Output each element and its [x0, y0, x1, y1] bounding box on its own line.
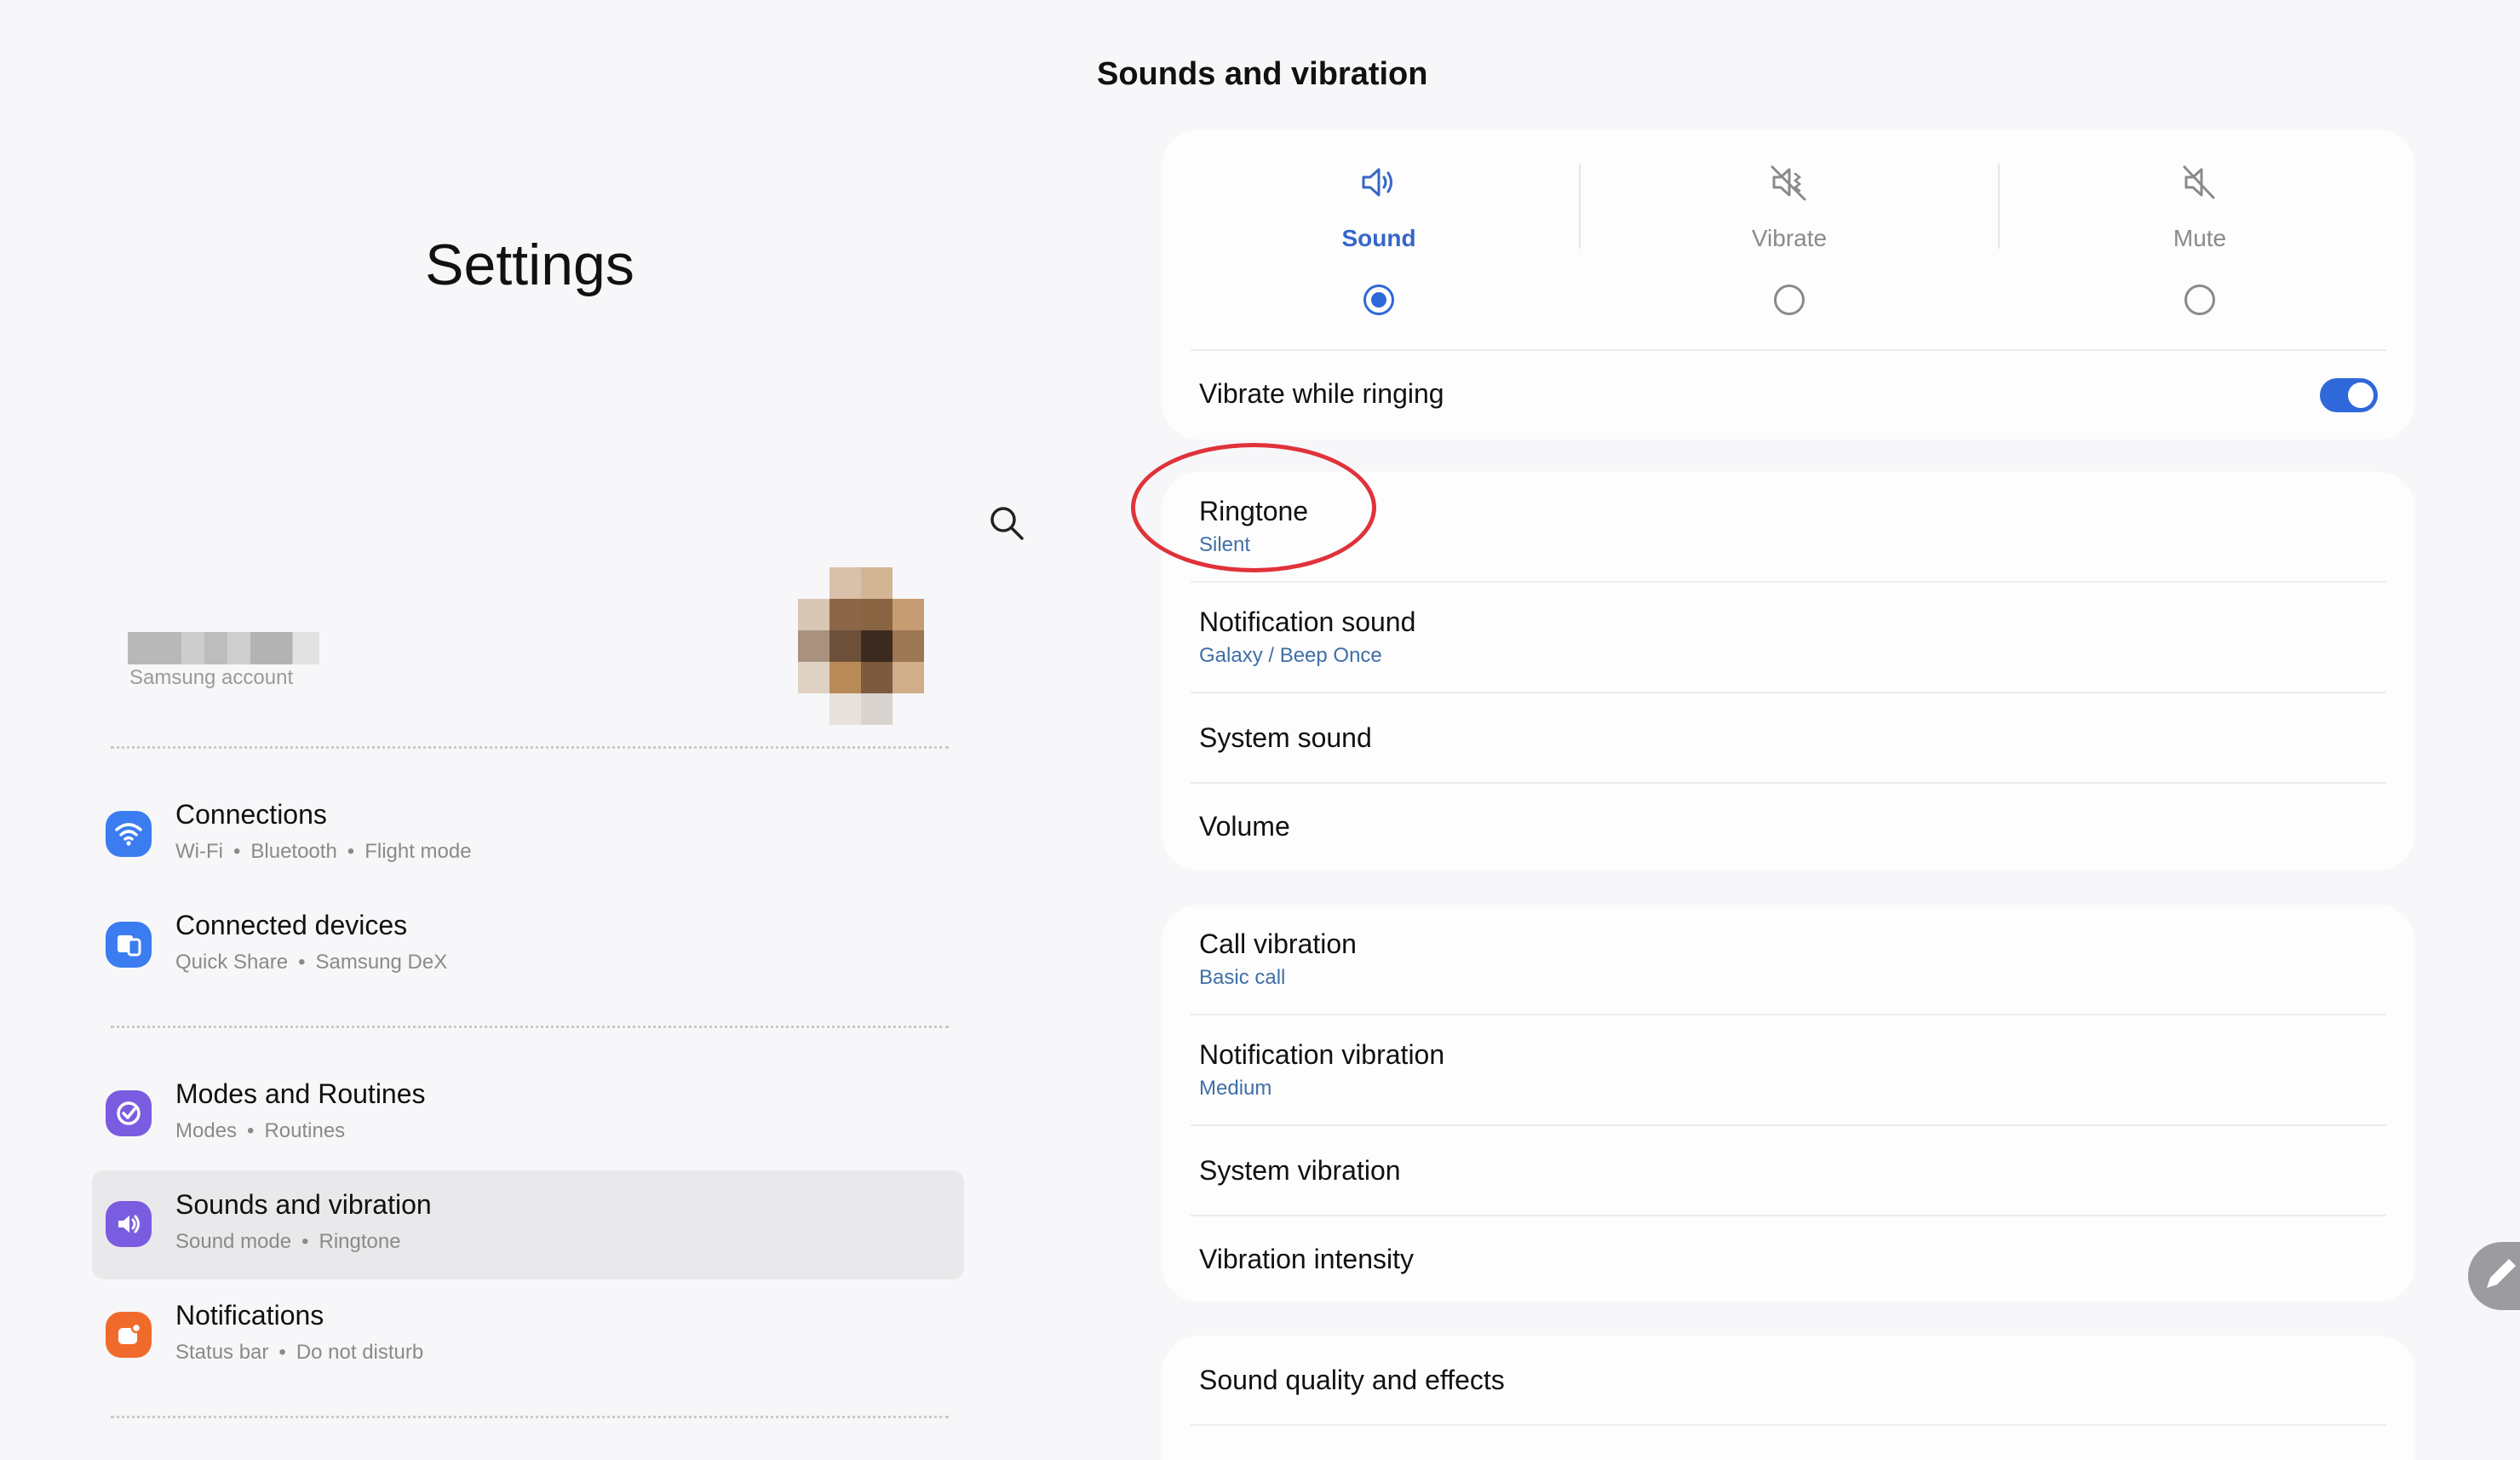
devices-icon	[106, 922, 152, 968]
menu-subtitle: Modes • Routines	[175, 1119, 346, 1142]
account-name	[128, 632, 319, 664]
menu-item-sounds-vibration[interactable]: Sounds and vibration Sound mode • Ringtone	[92, 1170, 964, 1279]
notification-icon	[106, 1312, 152, 1358]
mode-label: Vibrate	[1751, 225, 1828, 251]
divider	[111, 1416, 949, 1418]
menu-title: Modes and Routines	[175, 1078, 426, 1109]
row-subtitle: Basic call	[1199, 966, 1286, 989]
call-vibration-row[interactable]: Call vibration Basic call	[1199, 905, 2378, 1014]
mode-mute[interactable]: Mute	[2000, 129, 2400, 348]
vibration-intensity-row[interactable]: Vibration intensity	[1199, 1216, 2378, 1302]
divider	[1191, 1424, 2386, 1426]
pencil-icon	[2487, 1259, 2516, 1288]
mode-radio-mute[interactable]	[2184, 285, 2215, 315]
divider	[111, 1026, 949, 1028]
search-button[interactable]	[986, 503, 1027, 543]
vibrate-while-ringing-toggle[interactable]	[2320, 378, 2378, 412]
menu-item-connected-devices[interactable]: Connected devices Quick Share • Samsung De…	[92, 891, 964, 1000]
speaker-icon	[106, 1201, 152, 1247]
row-title: Notification vibration	[1199, 1039, 1445, 1070]
row-subtitle: Medium	[1199, 1077, 1272, 1100]
wifi-icon	[106, 811, 152, 857]
account-subtitle: Samsung account	[129, 666, 294, 689]
vibrate-while-ringing-row[interactable]: Vibrate while ringing	[1199, 353, 2378, 438]
row-title: Vibration intensity	[1199, 1244, 1414, 1274]
menu-item-connections[interactable]: Connections Wi-Fi • Bluetooth • Flight mode	[92, 780, 964, 889]
menu-subtitle: Sound mode • Ringtone	[175, 1230, 401, 1253]
mode-sound[interactable]: Sound	[1179, 129, 1579, 348]
sound-quality-card: Sound quality and effects	[1162, 1336, 2415, 1460]
ringtone-row[interactable]: Ringtone Silent	[1199, 472, 2378, 581]
notification-sound-row[interactable]: Notification sound Galaxy / Beep Once	[1199, 583, 2378, 692]
notification-vibration-row[interactable]: Notification vibration Medium	[1199, 1015, 2378, 1124]
menu-title: Sounds and vibration	[175, 1189, 432, 1220]
menu-title: Connections	[175, 799, 327, 830]
settings-title: Settings	[425, 233, 634, 297]
mode-vibrate[interactable]: Vibrate	[1581, 129, 1998, 348]
menu-item-modes-routines[interactable]: Modes and Routines Modes • Routines	[92, 1060, 964, 1169]
floating-edit-button[interactable]	[2468, 1242, 2520, 1310]
sound-mode-card: Sound Vibrate Mute Vibrate while ringing	[1162, 129, 2415, 440]
divider	[1191, 349, 2386, 351]
speaker-icon	[1362, 168, 1392, 197]
menu-title: Notifications	[175, 1300, 324, 1331]
system-sound-row[interactable]: System sound	[1199, 693, 2378, 782]
check-circle-icon	[106, 1090, 152, 1136]
avatar[interactable]	[798, 567, 941, 727]
row-title: Vibrate while ringing	[1199, 378, 1444, 409]
row-title: Call vibration	[1199, 928, 1357, 959]
volume-row[interactable]: Volume	[1199, 784, 2378, 871]
row-title: Notification sound	[1199, 606, 1416, 637]
vibrate-icon	[1771, 165, 1806, 201]
mode-label: Sound	[1341, 225, 1416, 251]
row-title: Volume	[1199, 811, 1290, 842]
row-title: Sound quality and effects	[1199, 1365, 1505, 1395]
sound-quality-effects-row[interactable]: Sound quality and effects	[1199, 1336, 2378, 1424]
mode-radio-sound[interactable]	[1363, 285, 1394, 315]
vibration-settings-card: Call vibration Basic call Notification v…	[1162, 905, 2415, 1302]
row-title: System vibration	[1199, 1155, 1401, 1186]
system-vibration-row[interactable]: System vibration	[1199, 1126, 2378, 1215]
highlight-ring	[1131, 443, 1376, 572]
menu-title: Connected devices	[175, 910, 408, 940]
menu-subtitle: Wi-Fi • Bluetooth • Flight mode	[175, 840, 472, 863]
menu-item-notifications[interactable]: Notifications Status bar • Do not disturb	[92, 1281, 964, 1390]
row-title: System sound	[1199, 722, 1372, 753]
search-icon	[990, 507, 1024, 540]
menu-subtitle: Quick Share • Samsung DeX	[175, 951, 448, 974]
mute-icon	[2183, 165, 2215, 199]
mode-label: Mute	[2173, 225, 2227, 251]
page-title: Sounds and vibration	[1097, 56, 1428, 92]
divider	[111, 746, 949, 749]
menu-subtitle: Status bar • Do not disturb	[175, 1341, 424, 1364]
row-subtitle: Galaxy / Beep Once	[1199, 644, 1382, 667]
mode-radio-vibrate[interactable]	[1774, 285, 1805, 315]
